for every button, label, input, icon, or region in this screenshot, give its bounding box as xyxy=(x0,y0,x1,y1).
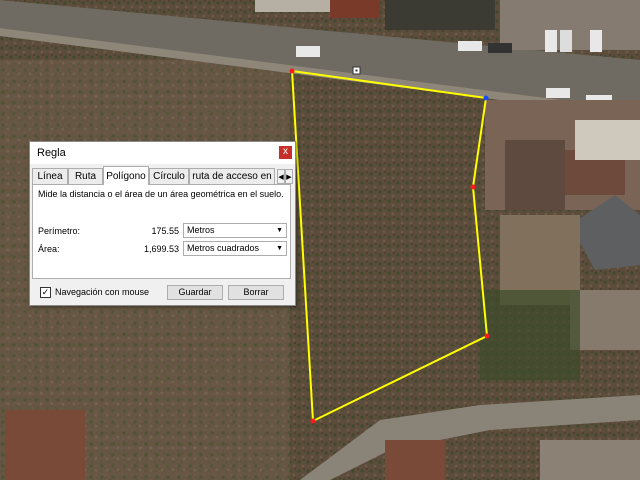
edge-marker-dot xyxy=(355,69,358,72)
building-bottom xyxy=(385,440,445,480)
tab-circulo[interactable]: Círculo xyxy=(149,168,189,184)
car xyxy=(545,30,557,52)
tab-bar: Línea Ruta Polígono Círculo ruta de acce… xyxy=(32,166,294,198)
perimeter-value: 175.55 xyxy=(151,226,179,236)
mouse-nav-checkbox[interactable]: ✓ xyxy=(40,287,51,298)
tab-scroll-left-icon[interactable]: ◀ xyxy=(277,169,285,184)
mouse-nav-label[interactable]: Navegación con mouse xyxy=(55,287,149,297)
area-unit-select[interactable]: Metros cuadrados ▼ xyxy=(183,241,287,256)
polygon-vertex[interactable] xyxy=(289,68,295,74)
polygon-vertex[interactable] xyxy=(484,333,490,339)
building-top-1 xyxy=(330,0,380,18)
dialog-titlebar[interactable]: Regla x xyxy=(30,142,295,164)
polygon-vertex[interactable] xyxy=(310,418,316,424)
house-white xyxy=(575,120,640,160)
save-button[interactable]: Guardar xyxy=(167,285,223,300)
tab-ruta-3d[interactable]: ruta de acceso en 3D xyxy=(189,168,275,198)
car xyxy=(296,46,320,57)
chevron-down-icon: ▼ xyxy=(276,245,283,252)
car xyxy=(560,30,572,52)
tab-scroll-right-icon[interactable]: ▶ xyxy=(285,169,293,184)
car xyxy=(590,30,602,52)
house-roof xyxy=(505,140,565,210)
car xyxy=(546,88,570,98)
building-top-2 xyxy=(385,0,495,30)
perimeter-label: Perímetro: xyxy=(38,226,81,236)
building-top-4 xyxy=(255,0,330,12)
ruler-dialog: Regla x Línea Ruta Polígono Círculo ruta… xyxy=(29,141,296,306)
building-bottom xyxy=(540,440,640,480)
tab-ruta[interactable]: Ruta xyxy=(68,168,103,184)
tab-scroll: ◀ ▶ xyxy=(277,169,294,184)
car xyxy=(458,41,482,51)
tab-linea[interactable]: Línea xyxy=(32,168,68,184)
house xyxy=(570,290,640,350)
panel-description: Mide la distancia o el área de un área g… xyxy=(38,189,284,199)
perimeter-unit-value: Metros xyxy=(187,225,215,235)
area-label: Área: xyxy=(38,244,60,254)
dialog-title: Regla xyxy=(37,147,66,159)
car xyxy=(488,43,512,53)
clear-button[interactable]: Borrar xyxy=(228,285,284,300)
chevron-down-icon: ▼ xyxy=(276,227,283,234)
area-value: 1,699.53 xyxy=(143,244,179,254)
building-bottom-left xyxy=(5,410,85,480)
vegetation-patch xyxy=(480,290,580,380)
polygon-vertex-active[interactable] xyxy=(483,95,489,101)
tab-poligono[interactable]: Polígono xyxy=(103,166,149,185)
polygon-panel: Mide la distancia o el área de un área g… xyxy=(32,184,291,279)
polygon-vertex[interactable] xyxy=(470,184,476,190)
close-button[interactable]: x xyxy=(279,146,292,159)
perimeter-unit-select[interactable]: Metros ▼ xyxy=(183,223,287,238)
area-unit-value: Metros cuadrados xyxy=(187,243,260,253)
